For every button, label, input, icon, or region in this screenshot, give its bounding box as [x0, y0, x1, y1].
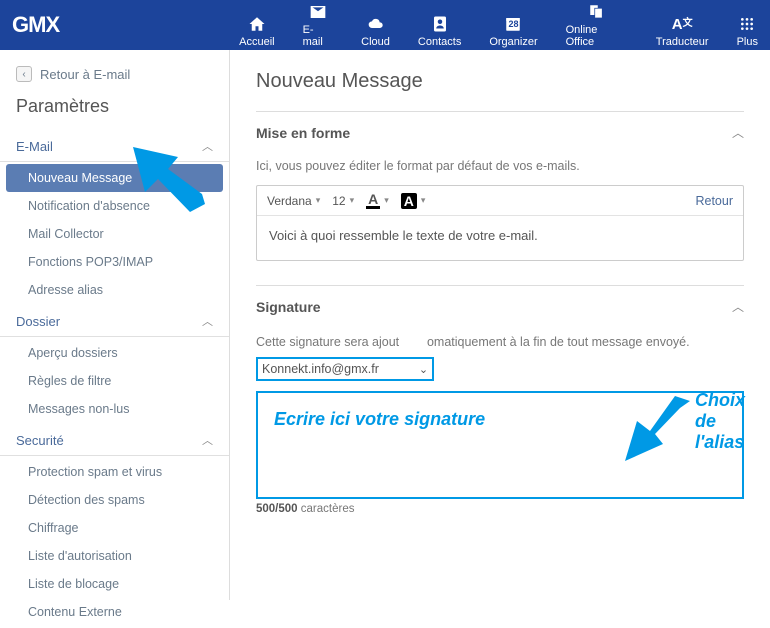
cloud-icon	[365, 14, 387, 34]
panel-mise-en-forme[interactable]: Mise en forme ︿	[256, 111, 744, 153]
nav-contacts[interactable]: Contacts	[418, 14, 461, 48]
section-dossier[interactable]: Dossier ︿	[0, 306, 229, 337]
sidebar-item-liste-autorisation[interactable]: Liste d'autorisation	[0, 542, 229, 570]
sidebar-item-regles-filtre[interactable]: Règles de filtre	[0, 367, 229, 395]
calendar-icon: 28	[503, 14, 523, 34]
format-editor: Verdana▾ 12▾ A▾ A▾ Retour Voici à quoi r…	[256, 185, 744, 261]
sidebar-item-pop3-imap[interactable]: Fonctions POP3/IMAP	[0, 248, 229, 276]
panel-label: Signature	[256, 299, 321, 315]
sidebar-item-messages-non-lus[interactable]: Messages non-lus	[0, 395, 229, 423]
text-color-button[interactable]: A▾	[366, 192, 389, 209]
editor-toolbar: Verdana▾ 12▾ A▾ A▾ Retour	[257, 186, 743, 216]
nav-cloud[interactable]: Cloud	[361, 14, 390, 48]
nav-label: Organizer	[489, 36, 537, 48]
section-label: E-Mail	[16, 139, 53, 154]
signature-textarea[interactable]: Ecrire ici votre signature	[256, 391, 744, 499]
alias-value: Konnekt.info@gmx.fr	[262, 362, 379, 376]
font-selector[interactable]: Verdana▾	[267, 194, 320, 208]
chevron-up-icon: ︿	[732, 124, 744, 141]
top-nav: Accueil E-mail Cloud Contacts 28 Organiz…	[239, 2, 758, 48]
bg-color-button[interactable]: A▾	[401, 193, 426, 209]
section-securite[interactable]: Securité ︿	[0, 425, 229, 456]
back-to-email[interactable]: ‹ Retour à E-mail	[0, 60, 229, 88]
sidebar-item-notification-absence[interactable]: Notification d'absence	[0, 192, 229, 220]
nav-accueil[interactable]: Accueil	[239, 14, 274, 48]
sidebar-item-chiffrage[interactable]: Chiffrage	[0, 514, 229, 542]
bg-color-icon: A	[401, 193, 417, 209]
back-label: Retour à E-mail	[40, 67, 130, 82]
nav-label: Traducteur	[656, 36, 709, 48]
content: Nouveau Message Mise en forme ︿ Ici, vou…	[230, 50, 770, 600]
char-counter: 500/500 caractères	[256, 503, 744, 515]
nav-label: Accueil	[239, 36, 274, 48]
chevron-down-icon: ▾	[350, 195, 355, 206]
home-icon	[247, 14, 267, 34]
logo: GMX	[12, 12, 59, 38]
nav-email[interactable]: E-mail	[303, 2, 334, 48]
sidebar-item-apercu-dossiers[interactable]: Aperçu dossiers	[0, 339, 229, 367]
chevron-up-icon: ︿	[732, 298, 744, 315]
chevron-down-icon: ⌄	[419, 363, 428, 376]
sidebar-item-mail-collector[interactable]: Mail Collector	[0, 220, 229, 248]
editor-back-link[interactable]: Retour	[695, 194, 733, 208]
editor-sample[interactable]: Voici à quoi ressemble le texte de votre…	[257, 216, 743, 260]
contacts-icon	[431, 14, 449, 34]
nav-label: Cloud	[361, 36, 390, 48]
nav-organizer[interactable]: 28 Organizer	[489, 14, 537, 48]
section-label: Dossier	[16, 314, 60, 329]
signature-desc: Cette signature sera ajouté automatiquem…	[256, 335, 744, 349]
nav-label: Online Office	[566, 24, 628, 48]
sidebar-item-nouveau-message[interactable]: Nouveau Message	[6, 164, 223, 192]
sidebar-item-detection-spam[interactable]: Détection des spams	[0, 486, 229, 514]
nav-label: Contacts	[418, 36, 461, 48]
topbar: GMX Accueil E-mail Cloud Contacts 28 Org…	[0, 0, 770, 50]
sidebar-title: Paramètres	[0, 88, 229, 131]
nav-plus[interactable]: Plus	[737, 14, 758, 48]
nav-label: Plus	[737, 36, 758, 48]
chevron-up-icon: ︿	[202, 138, 213, 154]
nav-traducteur[interactable]: A文 Traducteur	[656, 14, 709, 48]
sidebar: ‹ Retour à E-mail Paramètres E-Mail ︿ No…	[0, 50, 230, 600]
chevron-down-icon: ▾	[421, 195, 426, 206]
chevron-down-icon: ▾	[384, 195, 389, 206]
office-icon	[587, 2, 607, 22]
size-selector[interactable]: 12▾	[332, 194, 354, 208]
grid-icon	[739, 14, 755, 34]
page-title: Nouveau Message	[256, 70, 744, 93]
chevron-up-icon: ︿	[202, 432, 213, 448]
translate-icon: A文	[672, 14, 693, 34]
sidebar-item-spam-virus[interactable]: Protection spam et virus	[0, 458, 229, 486]
nav-label: E-mail	[303, 24, 334, 48]
alias-select[interactable]: Konnekt.info@gmx.fr ⌄	[256, 357, 434, 381]
panel-signature[interactable]: Signature ︿	[256, 285, 744, 327]
sidebar-item-adresse-alias[interactable]: Adresse alias	[0, 276, 229, 304]
sidebar-item-liste-blocage[interactable]: Liste de blocage	[0, 570, 229, 598]
text-color-icon: A	[366, 192, 380, 209]
annotation-signature-hint: Ecrire ici votre signature	[274, 409, 485, 429]
nav-office[interactable]: Online Office	[566, 2, 628, 48]
chevron-down-icon: ▾	[316, 195, 321, 206]
sidebar-item-contenu-externe[interactable]: Contenu Externe	[0, 598, 229, 626]
format-desc: Ici, vous pouvez éditer le format par dé…	[256, 159, 744, 173]
chevron-left-icon: ‹	[16, 66, 32, 82]
section-label: Securité	[16, 433, 64, 448]
section-email[interactable]: E-Mail ︿	[0, 131, 229, 162]
chevron-up-icon: ︿	[202, 313, 213, 329]
mail-icon	[308, 2, 328, 22]
panel-label: Mise en forme	[256, 125, 350, 141]
